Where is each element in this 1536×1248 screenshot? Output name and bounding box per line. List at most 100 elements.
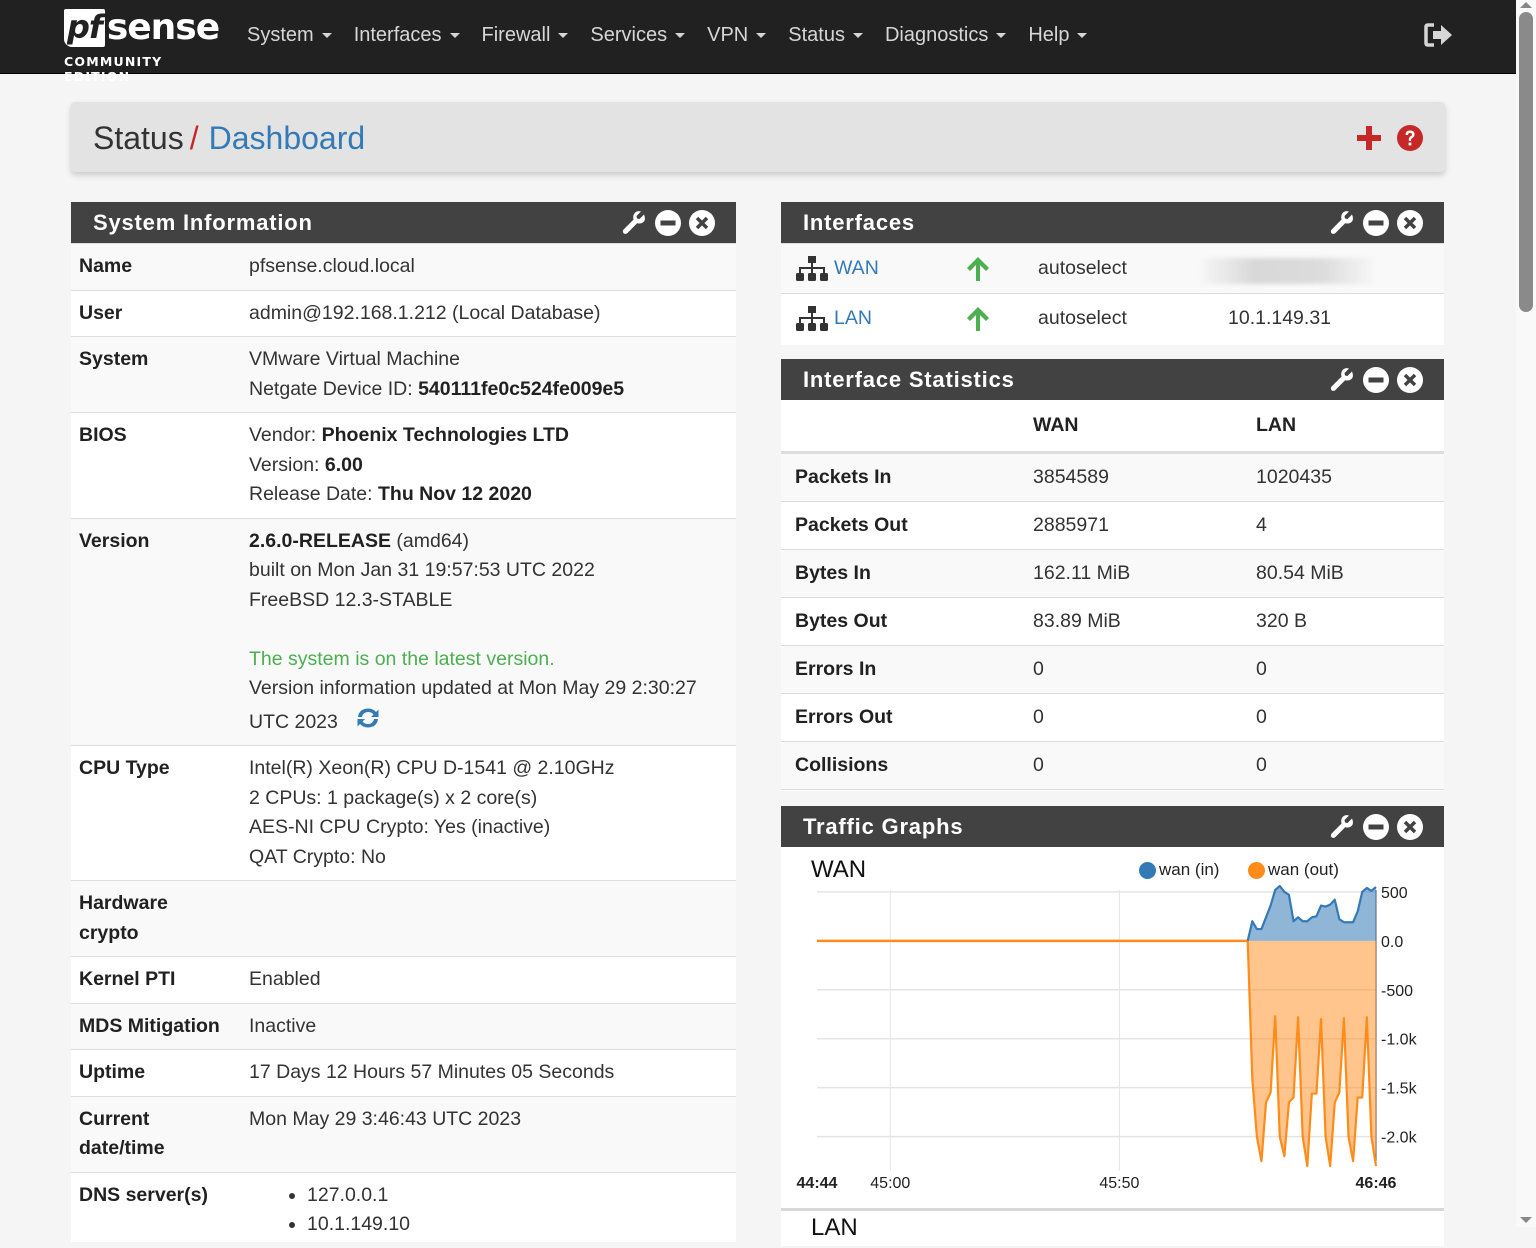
menu-firewall[interactable]: Firewall — [471, 24, 580, 47]
plus-icon[interactable] — [1355, 124, 1383, 152]
menu-interfaces[interactable]: Interfaces — [343, 24, 471, 47]
close-icon[interactable] — [1396, 209, 1424, 237]
info-value: 17 Days 12 Hours 57 Minutes 05 Seconds — [241, 1050, 622, 1096]
wrench-icon[interactable] — [1328, 366, 1356, 394]
stats-lan-value: 320 B — [1256, 610, 1307, 632]
menu-system[interactable]: System — [236, 24, 343, 47]
caret-down-icon — [558, 32, 569, 38]
scroll-thumb[interactable] — [1519, 12, 1533, 312]
menu-diagnostics[interactable]: Diagnostics — [874, 24, 1017, 47]
logo-sense-text: sense — [106, 7, 220, 48]
info-line — [249, 615, 697, 645]
scroll-up-arrow-icon[interactable] — [1520, 2, 1532, 8]
dns-server-list: 127.0.0.110.1.149.10 — [249, 1181, 410, 1240]
info-row: Name pfsense.cloud.local — [71, 243, 736, 290]
info-value: pfsense.cloud.local — [241, 244, 423, 290]
info-key: User — [71, 291, 241, 337]
info-row: BIOS Vendor: Phoenix Technologies LTD Vers… — [71, 412, 736, 518]
info-bold-value: 6.00 — [324, 453, 363, 476]
minimize-icon[interactable] — [1362, 209, 1390, 237]
question-circle-icon[interactable] — [1396, 124, 1424, 152]
main-menu: System Interfaces Firewall Services VPN … — [236, 0, 1098, 70]
traffic-graphs-panel: Traffic Graphs WAN wan (in) wan (out) 50… — [781, 806, 1444, 1246]
info-line: The system is on the latest version. — [249, 645, 697, 675]
wrench-icon[interactable] — [620, 209, 648, 237]
top-navbar: pf sense COMMUNITY EDITION System Interf… — [0, 0, 1516, 84]
info-key-label: Version — [79, 529, 150, 552]
sign-out-icon[interactable] — [1424, 22, 1454, 48]
page-scrollbar[interactable] — [1516, 0, 1536, 1227]
y-tick-label: -500 — [1381, 983, 1413, 1000]
scroll-down-arrow-icon[interactable] — [1520, 1217, 1532, 1223]
system-information-panel: System Information Name pfsense.cloud.loc… — [71, 202, 736, 1242]
wrench-icon[interactable] — [1328, 209, 1356, 237]
info-key-label: BIOS — [79, 424, 127, 446]
info-key-label: DNS server(s) — [79, 1183, 208, 1206]
stats-wan-value: 2885971 — [1033, 514, 1109, 536]
next-graph-title: LAN — [811, 1214, 858, 1241]
stats-label: Bytes Out — [795, 610, 888, 632]
info-value: 127.0.0.110.1.149.10 — [241, 1173, 418, 1248]
wan-traffic-chart: 500 0.0 -500 -1.0k -1.5k -2.0k 44:44 45:00 45:50… — [797, 885, 1418, 1192]
info-row: Kernel PTI Enabled — [71, 956, 736, 1003]
breadcrumb-status: Status — [93, 120, 184, 156]
status-up-arrow-icon — [967, 307, 989, 331]
stats-label: Errors In — [795, 658, 877, 680]
info-line: Vendor: Phoenix Technologies LTD — [249, 421, 569, 451]
interface-ip-redacted — [1203, 258, 1373, 284]
logo-edition-text: COMMUNITY EDITION — [64, 54, 163, 84]
menu-services[interactable]: Services — [579, 24, 696, 47]
panel-title: Interface Statistics — [803, 367, 1015, 392]
info-key: Hardware crypto — [71, 881, 241, 956]
stats-lan-value: 4 — [1256, 514, 1267, 536]
stats-wan-value: 162.11 MiB — [1033, 562, 1131, 584]
breadcrumb-bar: Status / Dashboard — [71, 102, 1445, 172]
stats-wan-value: 3854589 — [1033, 466, 1109, 488]
menu-label: VPN — [707, 23, 749, 46]
close-icon[interactable] — [688, 209, 716, 237]
breadcrumb-dashboard-link[interactable]: Dashboard — [209, 120, 366, 156]
caret-down-icon — [996, 32, 1007, 38]
info-key: MDS Mitigation — [71, 1004, 241, 1050]
info-prefix: Vendor: — [249, 424, 322, 446]
info-row: MDS Mitigation Inactive — [71, 1002, 736, 1050]
refresh-icon[interactable] — [354, 704, 382, 732]
info-bold-value: Thu Nov 12 2020 — [378, 483, 532, 505]
breadcrumb-separator: / — [189, 120, 199, 156]
close-icon[interactable] — [1396, 366, 1424, 394]
dns-server-item: 10.1.149.10 — [307, 1210, 410, 1240]
info-bold-value: 540111fe0c524fe009e5 — [418, 377, 625, 400]
minimize-icon[interactable] — [654, 209, 682, 237]
interface-name-link[interactable]: LAN — [834, 307, 872, 330]
stats-row: Packets In 3854589 1020435 — [781, 454, 1444, 502]
info-key: Uptime — [71, 1050, 241, 1096]
menu-status[interactable]: Status — [777, 24, 874, 47]
info-line: pfsense.cloud.local — [249, 252, 415, 282]
pfsense-logo[interactable]: pf sense COMMUNITY EDITION — [64, 7, 224, 84]
menu-help[interactable]: Help — [1017, 24, 1098, 47]
caret-down-icon — [756, 32, 767, 38]
info-line: Release Date: Thu Nov 12 2020 — [249, 480, 569, 510]
info-line: 2.6.0-RELEASE (amd64) — [249, 527, 697, 557]
info-key-label: Kernel PTI — [79, 968, 176, 990]
info-key: Version — [71, 519, 241, 746]
info-text: 2 CPUs: 1 package(s) x 2 core(s) — [249, 786, 538, 809]
interface-name-link[interactable]: WAN — [834, 257, 879, 280]
network-sitemap-icon — [796, 306, 828, 331]
info-line: 17 Days 12 Hours 57 Minutes 05 Seconds — [249, 1058, 614, 1088]
x-tick-label: 45:50 — [1099, 1175, 1139, 1192]
info-text: built on Mon Jan 31 19:57:53 UTC 2022 — [249, 559, 595, 581]
menu-vpn[interactable]: VPN — [696, 24, 777, 47]
panel-title: Interfaces — [803, 210, 915, 235]
panel-header: Interfaces — [781, 202, 1444, 243]
info-text: pfsense.cloud.local — [249, 255, 415, 277]
info-key-label: CPU Type — [79, 757, 170, 779]
info-key: DNS server(s) — [71, 1173, 241, 1248]
info-value: Mon May 29 3:46:43 UTC 2023 — [241, 1097, 529, 1172]
info-line: QAT Crypto: No — [249, 843, 615, 873]
stats-header-row: WAN LAN — [781, 400, 1444, 454]
info-row: Current date/time Mon May 29 3:46:43 UTC … — [71, 1095, 736, 1172]
minimize-icon[interactable] — [1362, 366, 1390, 394]
info-key-label: Name — [79, 255, 133, 277]
y-tick-label: -2.0k — [1381, 1130, 1418, 1147]
